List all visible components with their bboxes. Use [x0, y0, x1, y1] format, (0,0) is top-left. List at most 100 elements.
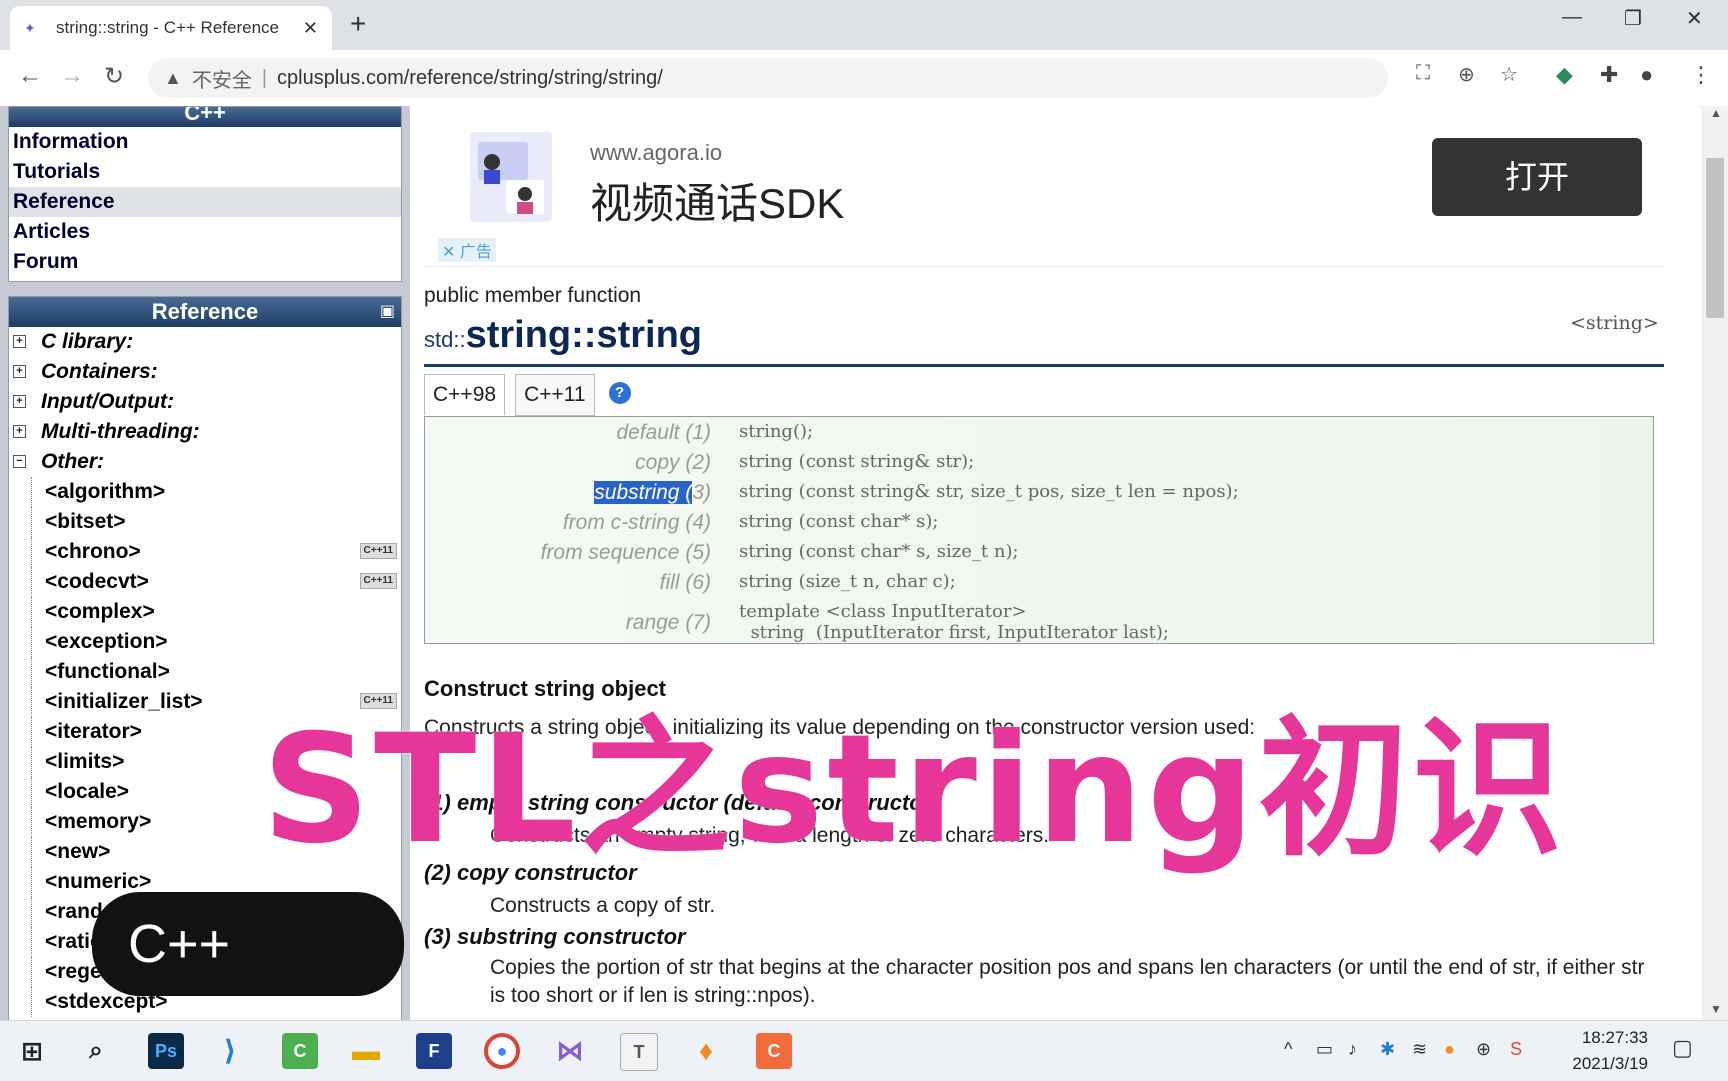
- ad-illustration: [470, 132, 552, 222]
- camtasia-icon[interactable]: C: [282, 1033, 318, 1069]
- ref-category[interactable]: + Input/Output:: [9, 387, 401, 417]
- prototype-row: copy (2) string (const string& str);: [425, 451, 1653, 479]
- browser-toolbar: ← → ↻ ▲ 不安全 | cplusplus.com/reference/st…: [0, 50, 1728, 107]
- ref-category[interactable]: + Containers:: [9, 357, 401, 387]
- file-explorer-icon[interactable]: ▬: [348, 1033, 384, 1069]
- vscode-icon[interactable]: ⟩: [212, 1033, 248, 1069]
- window-close-icon[interactable]: ✕: [1686, 6, 1703, 31]
- ref-header-item[interactable]: <complex>: [9, 597, 401, 627]
- ad-domain[interactable]: www.agora.io: [590, 140, 722, 166]
- editor-app-icon[interactable]: F: [416, 1033, 452, 1069]
- collapse-icon[interactable]: −: [13, 455, 26, 468]
- tab-title: string::string - C++ Reference: [56, 18, 279, 37]
- url-text[interactable]: cplusplus.com/reference/string/string/st…: [277, 67, 663, 90]
- ad-close-button[interactable]: ✕ 广告: [438, 238, 496, 262]
- system-clock[interactable]: 18:27:33 2021/3/19: [1548, 1025, 1648, 1077]
- nav-articles[interactable]: Articles: [9, 217, 401, 247]
- mic-icon[interactable]: ●: [1444, 1039, 1455, 1060]
- expand-icon[interactable]: +: [13, 425, 26, 438]
- ref-category[interactable]: + Multi-threading:: [9, 417, 401, 447]
- warning-triangle-icon[interactable]: ▲: [164, 68, 182, 89]
- ref-header-item[interactable]: <codecvt> C++11: [9, 567, 401, 597]
- input-method-icon[interactable]: S: [1510, 1039, 1522, 1060]
- advertisement[interactable]: www.agora.io 视频通话SDK 打开 ✕ 广告: [424, 106, 1664, 267]
- ref-header-item[interactable]: <algorithm>: [9, 477, 401, 507]
- notification-icon[interactable]: ▢: [1672, 1035, 1693, 1061]
- new-tab-button[interactable]: +: [350, 8, 366, 40]
- menu-kebab-icon[interactable]: ⋮: [1690, 62, 1712, 88]
- volume-icon[interactable]: ♪: [1348, 1039, 1357, 1060]
- tray-expand-icon[interactable]: ^: [1284, 1039, 1292, 1060]
- profile-avatar-icon[interactable]: ●: [1640, 62, 1653, 88]
- ref-header-item[interactable]: <bitset>: [9, 507, 401, 537]
- ref-header-label[interactable]: <functional>: [45, 660, 170, 683]
- ref-header-label[interactable]: <locale>: [45, 780, 129, 803]
- battery-icon[interactable]: ▭: [1316, 1039, 1333, 1060]
- back-arrow-icon[interactable]: ←: [18, 62, 42, 90]
- insecure-label[interactable]: 不安全: [192, 64, 252, 93]
- ref-header-label[interactable]: <limits>: [45, 750, 124, 773]
- ref-category[interactable]: − Other:: [9, 447, 401, 477]
- bluetooth-icon[interactable]: ✱: [1380, 1039, 1395, 1060]
- scroll-up-icon[interactable]: ▲: [1710, 106, 1722, 120]
- ref-header-label[interactable]: <initializer_list>: [45, 690, 203, 713]
- photoshop-icon[interactable]: Ps: [148, 1033, 184, 1069]
- prototype-row: from sequence (5) string (const char* s, …: [425, 541, 1653, 569]
- ref-header-label[interactable]: <exception>: [45, 630, 168, 653]
- ref-header-item[interactable]: <exception>: [9, 627, 401, 657]
- recorder-icon[interactable]: ♦: [688, 1033, 724, 1069]
- scroll-thumb[interactable]: [1706, 158, 1724, 318]
- translate-icon[interactable]: ⛶: [1416, 62, 1430, 85]
- ad-open-button[interactable]: 打开: [1432, 138, 1642, 216]
- help-icon[interactable]: ?: [608, 382, 631, 404]
- address-bar[interactable]: ▲ 不安全 | cplusplus.com/reference/string/s…: [148, 58, 1518, 98]
- minimize-icon[interactable]: —: [1562, 6, 1582, 29]
- extensions-puzzle-icon[interactable]: ✚: [1600, 62, 1618, 88]
- ref-header-label[interactable]: <numeric>: [45, 870, 151, 893]
- forward-arrow-icon[interactable]: →: [60, 62, 84, 90]
- visual-studio-icon[interactable]: ⋈: [552, 1033, 588, 1069]
- windows-start-icon[interactable]: ⊞: [14, 1033, 50, 1069]
- nav-reference[interactable]: Reference: [9, 187, 401, 217]
- collapse-panel-icon[interactable]: ▣: [380, 297, 395, 327]
- ref-header-item[interactable]: <chrono> C++11: [9, 537, 401, 567]
- ref-header-item[interactable]: <functional>: [9, 657, 401, 687]
- tab-cpp11[interactable]: C++11: [515, 374, 595, 416]
- text-app-icon[interactable]: T: [620, 1033, 658, 1071]
- ref-header-label[interactable]: <memory>: [45, 810, 151, 833]
- nav-information[interactable]: Information: [9, 127, 401, 157]
- expand-icon[interactable]: +: [13, 395, 26, 408]
- ref-header-label[interactable]: <new>: [45, 840, 110, 863]
- ref-header-label[interactable]: <chrono>: [45, 540, 141, 563]
- ad-title[interactable]: 视频通话SDK: [590, 170, 844, 231]
- nav-forum[interactable]: Forum: [9, 247, 401, 277]
- extension-gem-icon[interactable]: ◆: [1556, 62, 1573, 88]
- restore-icon[interactable]: ❐: [1624, 6, 1642, 31]
- expand-icon[interactable]: +: [13, 335, 26, 348]
- header-reference-link[interactable]: <string>: [1570, 312, 1659, 334]
- search-icon[interactable]: ⌕: [78, 1033, 114, 1069]
- language-icon[interactable]: ⊕: [1476, 1039, 1491, 1060]
- zoom-icon[interactable]: ⊕: [1458, 62, 1475, 87]
- tab-cpp98[interactable]: C++98: [424, 374, 506, 415]
- ref-header-label[interactable]: <codecvt>: [45, 570, 149, 593]
- tab-close-icon[interactable]: ✕: [303, 18, 318, 39]
- page-scrollbar[interactable]: ▲ ▼: [1702, 106, 1728, 1020]
- ref-header-label[interactable]: <bitset>: [45, 510, 126, 533]
- wifi-icon[interactable]: ≋: [1412, 1039, 1427, 1060]
- namespace-prefix: std::: [424, 327, 466, 352]
- expand-icon[interactable]: +: [13, 365, 26, 378]
- ref-header-label[interactable]: <complex>: [45, 600, 155, 623]
- ref-category[interactable]: + C library:: [9, 327, 401, 357]
- scroll-down-icon[interactable]: ▼: [1710, 1002, 1722, 1016]
- prototype-label: default (1): [616, 421, 711, 444]
- ref-header-label[interactable]: <iterator>: [45, 720, 142, 743]
- chrome-icon[interactable]: ●: [484, 1033, 520, 1069]
- ref-header-label[interactable]: <algorithm>: [45, 480, 165, 503]
- reload-icon[interactable]: ↻: [104, 62, 124, 91]
- nav-tutorials[interactable]: Tutorials: [9, 157, 401, 187]
- browser-tab-active[interactable]: ✦ string::string - C++ Reference ✕: [10, 6, 332, 50]
- prototype-code: string (const string& str);: [739, 451, 975, 472]
- bookmark-star-icon[interactable]: ☆: [1500, 62, 1518, 87]
- orange-app-icon[interactable]: C: [756, 1033, 792, 1069]
